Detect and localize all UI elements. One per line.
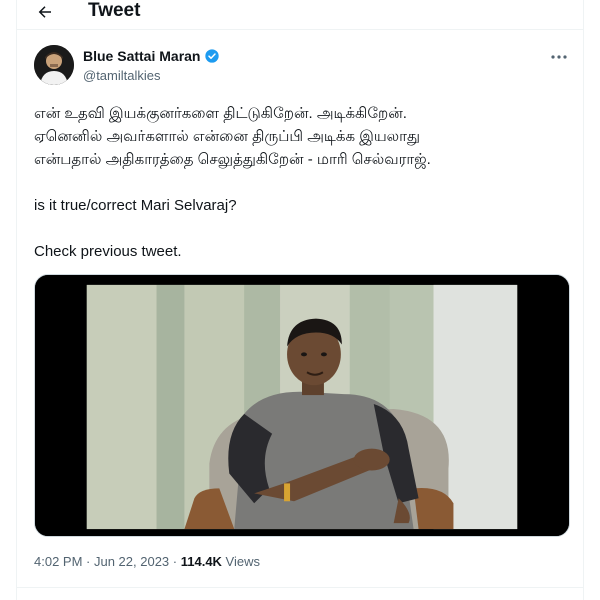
media-photo	[35, 275, 569, 536]
tweet-line: ஏனெனில் அவர்களால் என்னை திருப்பி அடிக்க …	[34, 128, 420, 145]
avatar[interactable]	[34, 45, 74, 85]
display-name[interactable]: Blue Sattai Maran	[83, 47, 200, 65]
more-horizontal-icon	[551, 55, 567, 59]
top-bar: Tweet	[17, 0, 583, 28]
header-divider	[17, 29, 583, 30]
display-name-row: Blue Sattai Maran	[83, 47, 220, 65]
tweet-meta: 4:02 PM · Jun 22, 2023 · 114.4K Views	[34, 553, 260, 571]
more-options-button[interactable]	[547, 47, 571, 67]
meta-divider	[17, 587, 583, 588]
tweet-page: Tweet Blue Sattai Maran @tamiltalkies என…	[16, 0, 584, 600]
meta-separator: ·	[169, 554, 181, 569]
tweet-line: is it true/correct Mari Selvaraj?	[34, 197, 237, 214]
verified-badge-icon	[205, 49, 220, 63]
tweet-line: என் உதவி இயக்குனர்களை திட்டுகிறேன். அடிக…	[34, 105, 407, 122]
tweet-line: Check previous tweet.	[34, 243, 182, 260]
avatar-image	[34, 45, 74, 85]
page-title: Tweet	[88, 0, 141, 21]
arrow-left-icon	[38, 6, 51, 18]
views-label: Views	[221, 554, 260, 569]
tweet-time[interactable]: 4:02 PM	[34, 554, 82, 569]
meta-separator: ·	[82, 554, 94, 569]
tweet-line: என்பதால் அதிகாரத்தை செலுத்துகிறேன் - மார…	[34, 151, 431, 168]
tweet-date[interactable]: Jun 22, 2023	[94, 554, 169, 569]
user-handle[interactable]: @tamiltalkies	[83, 67, 220, 85]
views-count: 114.4K	[180, 554, 222, 569]
author-block: Blue Sattai Maran @tamiltalkies	[83, 47, 220, 85]
tweet-text: என் உதவி இயக்குனர்களை திட்டுகிறேன். அடிக…	[34, 102, 574, 263]
tweet-media-image[interactable]	[34, 274, 570, 537]
back-button[interactable]	[31, 0, 59, 24]
